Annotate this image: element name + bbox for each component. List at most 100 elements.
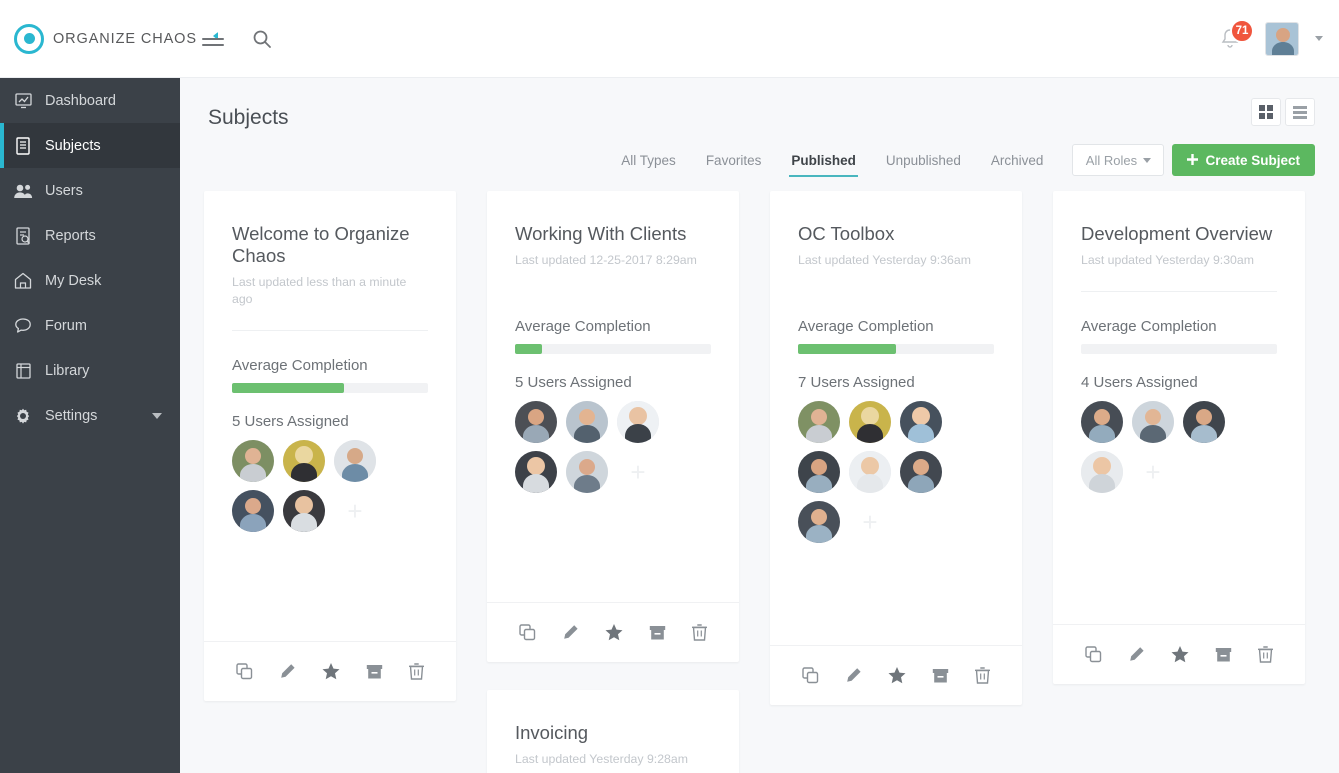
archive-icon[interactable] <box>1215 647 1232 663</box>
user-menu-caret-icon[interactable] <box>1315 36 1323 41</box>
edit-icon[interactable] <box>279 663 296 680</box>
avatar[interactable] <box>232 489 274 532</box>
duplicate-icon[interactable] <box>1085 646 1102 663</box>
avatar[interactable] <box>798 450 840 493</box>
sidebar: Dashboard Subjects Users Reports My Desk… <box>0 78 180 773</box>
archive-icon[interactable] <box>932 668 949 684</box>
avatar[interactable] <box>849 400 891 443</box>
notifications-button[interactable]: 71 <box>1219 18 1254 55</box>
tab-favorites[interactable]: Favorites <box>691 153 777 177</box>
card-actions <box>204 641 456 701</box>
avatar[interactable] <box>900 400 942 443</box>
avatar[interactable] <box>334 439 376 482</box>
avatar[interactable] <box>1183 400 1225 443</box>
avatar[interactable] <box>900 450 942 493</box>
card-title[interactable]: Working With Clients <box>515 223 711 245</box>
roles-filter-dropdown[interactable]: All Roles <box>1072 144 1165 176</box>
sidebar-item-my-desk[interactable]: My Desk <box>0 258 180 303</box>
tab-all-types[interactable]: All Types <box>606 153 691 177</box>
favorite-star-icon[interactable] <box>1171 646 1189 663</box>
tab-published[interactable]: Published <box>776 153 871 177</box>
card-actions <box>770 645 1022 705</box>
chevron-down-icon[interactable] <box>152 412 162 419</box>
delete-icon[interactable] <box>409 663 424 680</box>
delete-icon[interactable] <box>1258 646 1273 663</box>
brand-name: ORGANIZE CHAOS <box>53 30 197 47</box>
avatar[interactable] <box>232 439 274 482</box>
avatar[interactable] <box>1081 450 1123 493</box>
sidebar-item-label: Users <box>45 182 83 199</box>
edit-icon[interactable] <box>562 624 579 641</box>
card-title[interactable]: Development Overview <box>1081 223 1277 245</box>
avatar[interactable] <box>849 450 891 493</box>
book-icon <box>12 136 34 156</box>
sidebar-item-subjects[interactable]: Subjects <box>0 123 180 168</box>
sidebar-item-settings[interactable]: Settings <box>0 393 180 438</box>
progress-bar <box>232 382 428 393</box>
archive-icon[interactable] <box>649 625 666 641</box>
avatar[interactable] <box>1132 400 1174 443</box>
archive-icon[interactable] <box>366 664 383 680</box>
filter-bar: All Types Favorites Published Unpublishe… <box>606 144 1315 185</box>
add-user-placeholder[interactable]: + <box>849 501 891 543</box>
plus-icon <box>1187 153 1199 168</box>
edit-icon[interactable] <box>845 667 862 684</box>
duplicate-icon[interactable] <box>236 663 253 680</box>
favorite-star-icon[interactable] <box>322 663 340 680</box>
avatar[interactable] <box>283 489 325 532</box>
sidebar-item-reports[interactable]: Reports <box>0 213 180 258</box>
hamburger-collapse-icon[interactable] <box>196 25 224 53</box>
average-completion-label: Average Completion <box>232 356 368 374</box>
sidebar-item-library[interactable]: Library <box>0 348 180 393</box>
subject-card: Welcome to Organize Chaos Last updated l… <box>204 191 456 701</box>
assigned-avatars: + <box>798 400 994 543</box>
card-title[interactable]: OC Toolbox <box>798 223 994 245</box>
add-user-placeholder[interactable]: + <box>1132 451 1174 493</box>
avatar[interactable] <box>798 400 840 443</box>
favorite-star-icon[interactable] <box>888 667 906 684</box>
tab-unpublished[interactable]: Unpublished <box>871 153 976 177</box>
create-subject-button[interactable]: Create Subject <box>1172 144 1315 176</box>
average-completion-label: Average Completion <box>515 317 651 335</box>
sidebar-item-forum[interactable]: Forum <box>0 303 180 348</box>
sidebar-item-label: Dashboard <box>45 92 116 109</box>
avatar[interactable] <box>566 400 608 443</box>
user-avatar[interactable] <box>1265 21 1299 56</box>
avatar[interactable] <box>798 500 840 543</box>
avatar[interactable] <box>515 450 557 493</box>
add-user-placeholder[interactable]: + <box>334 490 376 532</box>
card-title[interactable]: Welcome to Organize Chaos <box>232 223 428 267</box>
users-assigned-label: 7 Users Assigned <box>798 373 915 391</box>
sidebar-item-users[interactable]: Users <box>0 168 180 213</box>
grid-view-button[interactable] <box>1251 98 1281 126</box>
sidebar-item-dashboard[interactable]: Dashboard <box>0 78 180 123</box>
tab-archived[interactable]: Archived <box>976 153 1059 177</box>
add-user-placeholder[interactable]: + <box>617 451 659 493</box>
list-view-button[interactable] <box>1285 98 1315 126</box>
favorite-star-icon[interactable] <box>605 624 623 641</box>
subject-card: Invoicing Last updated Yesterday 9:28am <box>487 690 739 773</box>
sidebar-item-label: Subjects <box>45 137 101 154</box>
roles-filter-label: All Roles <box>1085 152 1138 168</box>
avatar[interactable] <box>283 439 325 482</box>
divider <box>1081 290 1277 292</box>
duplicate-icon[interactable] <box>519 624 536 641</box>
edit-icon[interactable] <box>1128 646 1145 663</box>
duplicate-icon[interactable] <box>802 667 819 684</box>
card-title[interactable]: Invoicing <box>515 722 711 744</box>
delete-icon[interactable] <box>692 624 707 641</box>
avatar[interactable] <box>566 450 608 493</box>
delete-icon[interactable] <box>975 667 990 684</box>
card-actions <box>1053 624 1305 684</box>
chat-icon <box>12 316 34 336</box>
users-assigned-label: 5 Users Assigned <box>515 373 632 391</box>
notification-badge: 71 <box>1230 18 1254 43</box>
avatar[interactable] <box>617 400 659 443</box>
avatar[interactable] <box>515 400 557 443</box>
create-subject-label: Create Subject <box>1205 152 1300 168</box>
sidebar-item-label: Reports <box>45 227 96 244</box>
progress-bar <box>798 343 994 354</box>
brand-logo[interactable]: ORGANIZE CHAOS <box>0 0 196 78</box>
search-icon[interactable] <box>248 25 276 53</box>
avatar[interactable] <box>1081 400 1123 443</box>
